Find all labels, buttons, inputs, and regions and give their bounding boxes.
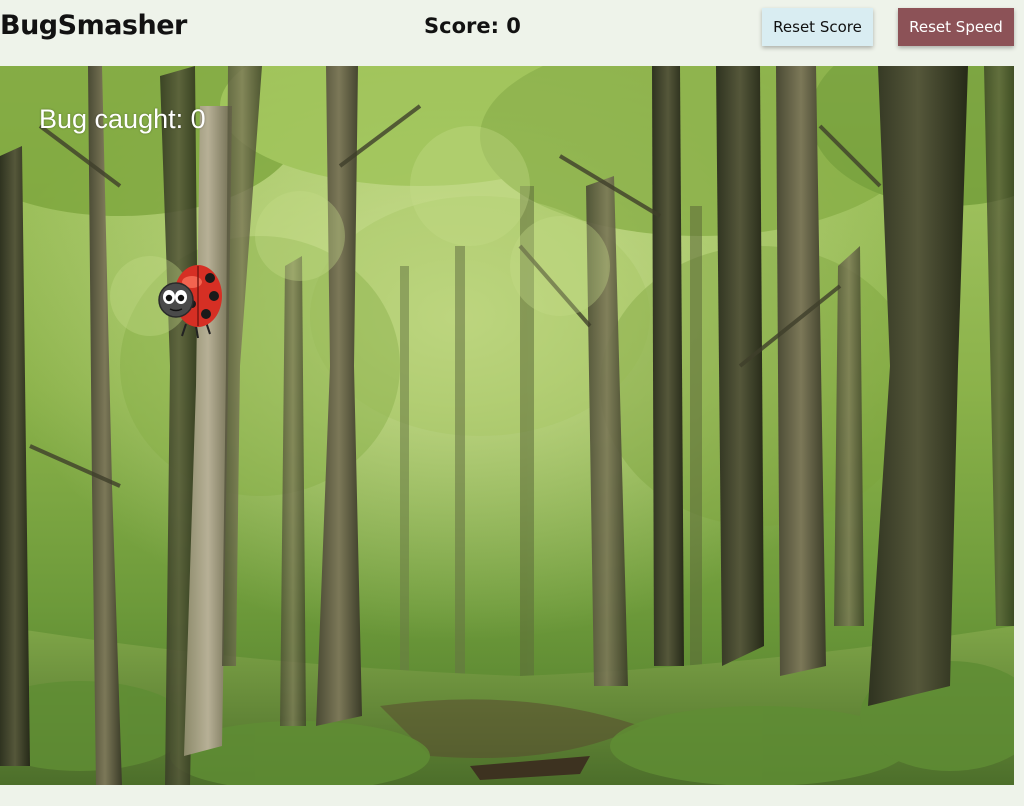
bug-caught-counter: Bug caught: 0 bbox=[39, 104, 206, 134]
reset-speed-button[interactable]: Reset Speed bbox=[898, 8, 1014, 46]
forest-background bbox=[0, 66, 1014, 785]
game-canvas[interactable]: Bug caught: 0 bbox=[0, 66, 1014, 785]
page-margin-right bbox=[1014, 62, 1024, 806]
top-bar: BugSmasher Score: 0 Reset Score Reset Sp… bbox=[0, 0, 1024, 62]
page-margin-bottom bbox=[0, 785, 1024, 806]
score-display: Score: 0 bbox=[424, 14, 521, 38]
reset-score-button[interactable]: Reset Score bbox=[762, 8, 873, 46]
ladybug-target[interactable] bbox=[158, 260, 226, 344]
app-title: BugSmasher bbox=[0, 10, 187, 41]
